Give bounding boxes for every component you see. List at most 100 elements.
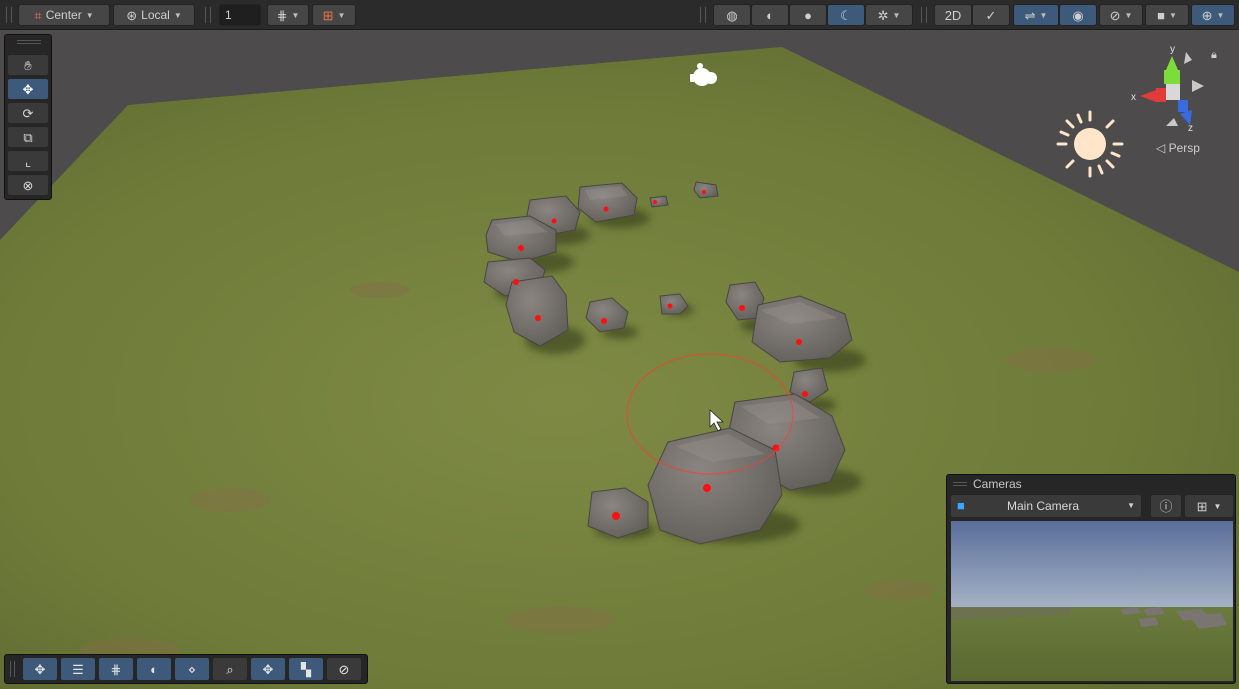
grid-increment-field[interactable]: 1: [219, 4, 261, 26]
bug-icon: ✲: [877, 7, 889, 23]
axis-x-label: x: [1131, 92, 1136, 103]
frame-icon: ⊞: [1196, 498, 1208, 514]
grid-increment-value: 1: [225, 8, 232, 22]
shaded-wireframe-button[interactable]: ◐: [751, 4, 789, 26]
settings-button[interactable]: ⊘: [327, 658, 361, 680]
grid-brush-button[interactable]: ⋕: [99, 658, 133, 680]
lock-icon[interactable]: 🔒︎: [1211, 49, 1217, 61]
shaded-wire-icon: ◐: [766, 7, 774, 23]
axis-y-label: y: [1170, 44, 1175, 55]
move-arrows-icon: ✥: [22, 81, 34, 97]
panel-grip[interactable]: [17, 40, 41, 44]
chevron-down-icon: ▼: [1124, 10, 1133, 20]
cameras-overlay: Cameras ■ Main Camera ▼ ⓘ ⊞ ▼: [946, 474, 1236, 684]
rect-transform-icon: ⌞: [24, 153, 32, 169]
space-mode-label: Local: [141, 8, 170, 22]
gizmos-dropdown[interactable]: ⊕ ▼: [1191, 4, 1235, 26]
chevron-left-icon: ◁: [1156, 141, 1166, 155]
panel-grip[interactable]: [10, 661, 15, 677]
effects-icon: ⇌: [1024, 7, 1036, 23]
prefab-palette-button[interactable]: ▚: [289, 658, 323, 680]
move-arrows-icon: ✥: [262, 661, 274, 677]
projection-label: Persp: [1168, 141, 1200, 155]
camera-view-options-dropdown[interactable]: ⊞ ▼: [1185, 495, 1233, 517]
chevron-down-icon: ▼: [173, 10, 182, 20]
rotate-tool-button[interactable]: ⟳: [8, 103, 48, 123]
selected-camera-label: Main Camera: [1007, 499, 1080, 513]
rect-tool-button[interactable]: ⌞: [8, 151, 48, 171]
transform-brush-button[interactable]: ✥: [251, 658, 285, 680]
brush-shape-button[interactable]: ◐: [137, 658, 171, 680]
space-mode-dropdown[interactable]: ⊛ Local ▼: [113, 4, 195, 26]
search-button[interactable]: ⌕: [213, 658, 247, 680]
local-space-icon: ⊛: [126, 7, 138, 23]
scene-visibility-button[interactable]: ◉: [1059, 4, 1097, 26]
lighting-toggle-button[interactable]: ✓: [972, 4, 1010, 26]
scale-tool-button[interactable]: ⧉: [8, 127, 48, 147]
shaded-button[interactable]: ●: [789, 4, 827, 26]
scene-toolbar: ⌗ Center ▼ ⊛ Local ▼ 1 ⋕ ▼ ⊞ ▼ ◍ ◐ ● ☾ ✲ ▼ 2D…: [0, 0, 1239, 30]
chevron-down-icon: ▼: [892, 10, 901, 20]
prefab-icon: ▚: [301, 661, 311, 677]
tools-overlay: ✋︎ ✥ ⟳ ⧉ ⌞ ⊗: [4, 34, 52, 200]
chevron-down-icon: ▼: [1168, 10, 1177, 20]
transform-icon: ⊗: [22, 177, 34, 193]
camera-settings-dropdown[interactable]: ■ ▼: [1145, 4, 1189, 26]
chevron-down-icon: ▼: [1127, 501, 1135, 510]
video-camera-icon: ■: [957, 498, 965, 513]
draw-mode-button[interactable]: ◍: [713, 4, 751, 26]
pivot-mode-dropdown[interactable]: ⌗ Center ▼: [18, 4, 110, 26]
scale-icon: ⧉: [23, 129, 33, 145]
layers-button[interactable]: ☰: [61, 658, 95, 680]
move-brush-button[interactable]: ✥: [23, 658, 57, 680]
info-icon: ⓘ: [1159, 498, 1173, 514]
layers-icon: ☰: [72, 661, 84, 677]
scatter-button[interactable]: ⋄: [175, 658, 209, 680]
chevron-down-icon: ▼: [1216, 10, 1225, 20]
move-tool-button[interactable]: ✥: [8, 79, 48, 99]
hand-icon: ✋︎: [24, 57, 32, 73]
search-icon: ⌕: [226, 661, 234, 677]
debug-draw-dropdown[interactable]: ✲ ▼: [865, 4, 913, 26]
chevron-down-icon: ▼: [291, 10, 300, 20]
shaded-sphere-icon: ●: [804, 7, 812, 23]
chevron-down-icon: ▼: [85, 10, 94, 20]
toolbar-grip[interactable]: [6, 7, 12, 23]
chevron-down-icon: ▼: [1213, 501, 1222, 511]
pivot-icon: ⌗: [34, 7, 42, 23]
toolbar-grip[interactable]: [921, 7, 927, 23]
chevron-down-icon: ▼: [1039, 10, 1048, 20]
light-toggle-icon: ✓: [985, 7, 997, 23]
chevron-down-icon: ▼: [337, 10, 346, 20]
camera-info-button[interactable]: ⓘ: [1151, 495, 1181, 517]
axis-z-label: z: [1188, 123, 1193, 134]
grid-visibility-dropdown[interactable]: ⊞ ▼: [312, 4, 356, 26]
toolbar-grip[interactable]: [205, 7, 211, 23]
eye-slash-icon: ⊘: [1109, 7, 1121, 23]
scatter-icon: ⋄: [187, 661, 197, 677]
grid-icon: ⊞: [322, 7, 334, 23]
circle-brush-icon: ◐: [150, 661, 158, 677]
hand-tool-button[interactable]: ✋︎: [8, 55, 48, 75]
eye-icon: ◉: [1072, 7, 1084, 23]
rotate-icon: ⟳: [22, 105, 34, 121]
terrain-tools-overlay: ✥ ☰ ⋕ ◐ ⋄ ⌕ ✥ ▚ ⊘: [4, 654, 368, 684]
grid-snapping-dropdown[interactable]: ⋕ ▼: [267, 4, 309, 26]
toolbar-grip[interactable]: [700, 7, 706, 23]
move-arrows-icon: ✥: [34, 661, 46, 677]
camera-select-dropdown[interactable]: ■ Main Camera ▼: [951, 495, 1141, 517]
camera-icon: ■: [1157, 7, 1165, 23]
transform-tool-button[interactable]: ⊗: [8, 175, 48, 195]
lighting-button[interactable]: ☾: [827, 4, 865, 26]
grid-snap-icon: ⋕: [276, 7, 288, 23]
audio-effects-dropdown[interactable]: ⇌ ▼: [1013, 4, 1059, 26]
grid-snap-icon: ⋕: [110, 661, 122, 677]
compass-icon: ⊘: [338, 661, 350, 677]
gizmo-icon: ⊕: [1201, 7, 1213, 23]
projection-toggle[interactable]: ◁ Persp: [1156, 141, 1200, 155]
panel-grip[interactable]: [953, 482, 967, 486]
2d-icon: 2D: [944, 7, 962, 23]
moon-icon: ☾: [840, 7, 852, 23]
2d-toggle-button[interactable]: 2D: [934, 4, 972, 26]
hidden-objects-dropdown[interactable]: ⊘ ▼: [1099, 4, 1143, 26]
